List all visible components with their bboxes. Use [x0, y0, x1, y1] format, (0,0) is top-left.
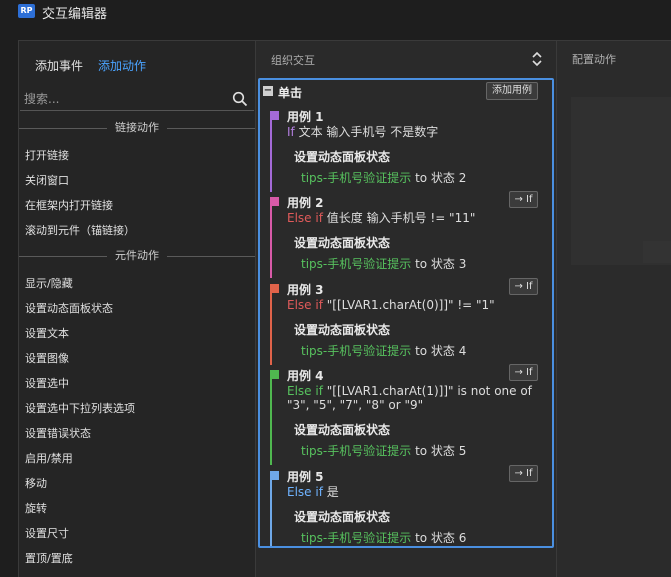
- add-case-button[interactable]: 添加用例: [486, 82, 538, 100]
- target-state: to 状态 4: [411, 344, 467, 358]
- action-item[interactable]: 在框架内打开链接: [25, 197, 113, 213]
- action-item[interactable]: 设置错误状态: [25, 425, 91, 441]
- case-color-marker: [270, 471, 279, 480]
- event-name[interactable]: 单击: [278, 84, 302, 101]
- window-title: 交互编辑器: [42, 7, 108, 22]
- action-item[interactable]: 设置动态面板状态: [25, 300, 113, 316]
- section-header: 元件动作: [19, 249, 255, 263]
- condition-text: 是: [322, 485, 339, 499]
- action-item[interactable]: 旋转: [25, 500, 47, 516]
- condition-keyword: Else if: [287, 384, 323, 398]
- case-name[interactable]: 用例 1: [287, 108, 324, 125]
- action-item[interactable]: 滚动到元件（锚链接）: [25, 222, 135, 238]
- action-title[interactable]: 设置动态面板状态: [294, 508, 390, 525]
- action-item[interactable]: 设置尺寸: [25, 525, 69, 541]
- case-name[interactable]: 用例 2: [287, 194, 324, 211]
- condition-keyword: Else if: [287, 485, 323, 499]
- action-title[interactable]: 设置动态面板状态: [294, 148, 390, 165]
- panel-target-name: tips-手机号验证提示: [301, 444, 412, 458]
- search-box: [20, 88, 254, 111]
- title-bar: RP 交互编辑器: [0, 0, 671, 40]
- case-condition[interactable]: Else if 值长度 输入手机号 != "11": [287, 211, 537, 225]
- target-state: to 状态 6: [411, 531, 467, 545]
- to-if-button[interactable]: → If: [509, 191, 538, 208]
- action-item[interactable]: 启用/禁用: [25, 450, 73, 466]
- panel-target-name: tips-手机号验证提示: [301, 171, 412, 185]
- placeholder-block: [571, 97, 671, 265]
- case-color-marker: [270, 197, 279, 206]
- condition-text: "[[LVAR1.charAt(0)]]" != "1": [322, 298, 495, 312]
- to-if-button[interactable]: → If: [509, 465, 538, 482]
- condition-keyword: If: [287, 125, 295, 139]
- panel-target-name: tips-手机号验证提示: [301, 531, 412, 545]
- actions-library-panel: 添加事件 添加动作 链接动作打开链接关闭窗口在框架内打开链接滚动到元件（锚链接）…: [18, 40, 255, 577]
- case-color-line: [270, 293, 272, 365]
- panel-target-name: tips-手机号验证提示: [301, 344, 412, 358]
- condition-keyword: Else if: [287, 298, 323, 312]
- panel-title: 组织交互: [271, 54, 315, 67]
- action-item[interactable]: 设置图像: [25, 350, 69, 366]
- action-title[interactable]: 设置动态面板状态: [294, 321, 390, 338]
- case-condition[interactable]: Else if "[[LVAR1.charAt(1)]]" is not one…: [287, 384, 537, 412]
- case-color-marker: [270, 111, 279, 120]
- to-if-button[interactable]: → If: [509, 364, 538, 381]
- condition-text: 值长度 输入手机号 != "11": [322, 211, 476, 225]
- panel-title-configure: 配置动作: [572, 53, 616, 66]
- search-icon[interactable]: [232, 91, 248, 107]
- action-detail[interactable]: tips-手机号验证提示 to 状态 2: [301, 169, 466, 186]
- action-title[interactable]: 设置动态面板状态: [294, 421, 390, 438]
- case-color-line: [270, 120, 272, 192]
- case-color-line: [270, 206, 272, 278]
- event-click-block[interactable]: − 单击 添加用例 用例 1 If 文本 输入手机号 不是数字 设置动态面板状态 ti…: [258, 78, 554, 548]
- action-item[interactable]: 打开链接: [25, 147, 69, 163]
- action-detail[interactable]: tips-手机号验证提示 to 状态 3: [301, 255, 466, 272]
- action-detail[interactable]: tips-手机号验证提示 to 状态 6: [301, 529, 466, 546]
- sort-arrows-icon[interactable]: [531, 51, 543, 67]
- section-title: 链接动作: [107, 121, 167, 134]
- action-item[interactable]: 置顶/置底: [25, 550, 73, 566]
- search-input[interactable]: [20, 88, 220, 110]
- condition-text: "[[LVAR1.charAt(1)]]" is not one of "3",…: [287, 384, 532, 412]
- rp-logo-icon: RP: [18, 4, 35, 18]
- collapse-toggle-icon[interactable]: −: [263, 86, 273, 96]
- case-color-marker: [270, 284, 279, 293]
- target-state: to 状态 2: [411, 171, 467, 185]
- action-item[interactable]: 设置文本: [25, 325, 69, 341]
- configure-action-panel: 配置动作: [556, 40, 671, 577]
- section-title: 元件动作: [107, 249, 167, 262]
- condition-keyword: Else if: [287, 211, 323, 225]
- action-detail[interactable]: tips-手机号验证提示 to 状态 4: [301, 342, 466, 359]
- case-condition[interactable]: If 文本 输入手机号 不是数字: [287, 125, 537, 139]
- action-item[interactable]: 设置选中: [25, 375, 69, 391]
- panel-target-name: tips-手机号验证提示: [301, 257, 412, 271]
- condition-text: 文本 输入手机号 不是数字: [294, 125, 439, 139]
- target-state: to 状态 3: [411, 257, 467, 271]
- tab-add-action[interactable]: 添加动作: [98, 57, 146, 74]
- action-item[interactable]: 关闭窗口: [25, 172, 69, 188]
- target-state: to 状态 5: [411, 444, 467, 458]
- case-condition[interactable]: Else if 是: [287, 485, 537, 499]
- action-detail[interactable]: tips-手机号验证提示 to 状态 5: [301, 442, 466, 459]
- placeholder-block: [643, 241, 671, 263]
- section-header: 链接动作: [19, 121, 255, 135]
- case-color-marker: [270, 370, 279, 379]
- action-item[interactable]: 设置选中下拉列表选项: [25, 400, 135, 416]
- action-title[interactable]: 设置动态面板状态: [294, 234, 390, 251]
- case-name[interactable]: 用例 5: [287, 468, 324, 485]
- case-color-line: [270, 480, 272, 546]
- case-name[interactable]: 用例 3: [287, 281, 324, 298]
- organize-interactions-panel: 组织交互 − 单击 添加用例 用例 1 If 文本 输入手机号 不是数字 设置动态面…: [255, 40, 556, 577]
- case-condition[interactable]: Else if "[[LVAR1.charAt(0)]]" != "1": [287, 298, 537, 312]
- case-name[interactable]: 用例 4: [287, 367, 324, 384]
- case-color-line: [270, 379, 272, 465]
- tab-add-event[interactable]: 添加事件: [35, 57, 83, 74]
- action-item[interactable]: 显示/隐藏: [25, 275, 73, 291]
- to-if-button[interactable]: → If: [509, 278, 538, 295]
- action-item[interactable]: 移动: [25, 475, 47, 491]
